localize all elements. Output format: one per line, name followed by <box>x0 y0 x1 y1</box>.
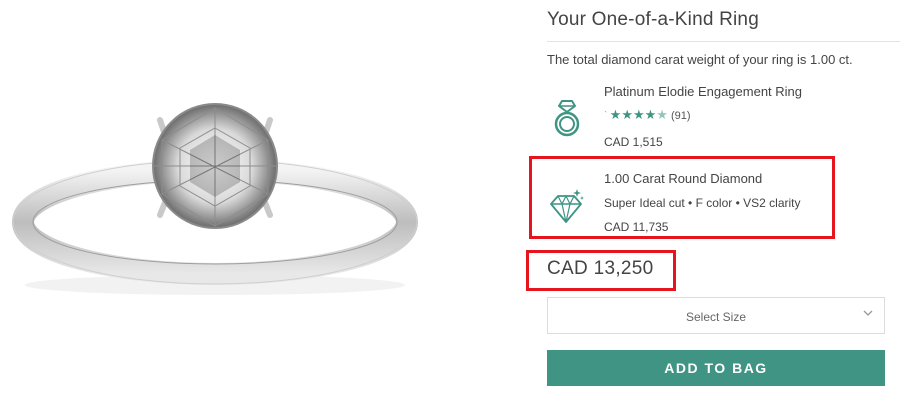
product-image <box>0 0 520 403</box>
diamond-name-link[interactable]: 1.00 Carat Round Diamond <box>604 171 762 186</box>
diamond-specs: Super Ideal cut • F color • VS2 clarity <box>604 196 801 210</box>
page-title: Your One-of-a-Kind Ring <box>547 9 759 30</box>
diamond-icon <box>550 189 584 223</box>
divider <box>547 41 900 42</box>
total-price: CAD 13,250 <box>547 258 654 279</box>
ring-photo <box>12 103 418 295</box>
size-select[interactable]: Select Size <box>547 297 885 334</box>
ring-summary-panel: Your One-of-a-Kind Ring The total diamon… <box>526 0 900 403</box>
chevron-down-icon <box>863 310 873 316</box>
rating-tick: ˋ <box>604 110 608 122</box>
ring-rating[interactable]: ˋ ★★★★★ (91) <box>604 107 691 123</box>
carat-weight-note: The total diamond carat weight of your r… <box>547 52 853 67</box>
half-star-icon: ★ <box>656 107 668 122</box>
ring-setting-row: Platinum Elodie Engagement Ring ˋ ★★★★★ (9… <box>547 76 887 156</box>
ring-name-link[interactable]: Platinum Elodie Engagement Ring <box>604 84 802 99</box>
ring-price: CAD 1,515 <box>604 135 663 149</box>
size-select-label: Select Size <box>685 310 747 324</box>
rating-stars: ★★★★ <box>609 107 657 122</box>
add-to-bag-button[interactable]: ADD TO BAG <box>547 350 885 386</box>
ring-icon <box>554 100 580 137</box>
review-count: (91) <box>670 110 691 122</box>
diamond-price: CAD 11,735 <box>604 220 669 234</box>
